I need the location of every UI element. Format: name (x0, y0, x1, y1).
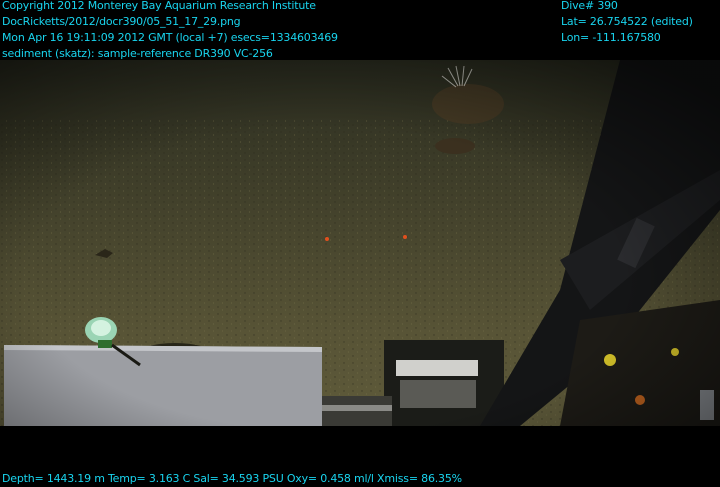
longitude: Lon= -111.167580 (561, 31, 661, 44)
timestamp-line: Mon Apr 16 19:11:09 2012 GMT (local +7) … (2, 31, 338, 44)
vignette (0, 60, 720, 426)
dive-number: Dive# 390 (561, 0, 618, 12)
seafloor-camera-frame (0, 60, 720, 426)
file-path-line: DocRicketts/2012/docr390/05_51_17_29.png (2, 15, 241, 28)
overlay-bottom-telemetry: Depth= 1443.19 m Temp= 3.163 C Sal= 34.5… (2, 472, 462, 485)
copyright-line: Copyright 2012 Monterey Bay Aquarium Res… (2, 0, 316, 12)
overlay-top-right: Dive# 390 Lat= 26.754522 (edited) Lon= -… (561, 0, 693, 46)
latitude: Lat= 26.754522 (edited) (561, 15, 693, 28)
overlay-top-left: Copyright 2012 Monterey Bay Aquarium Res… (2, 0, 338, 62)
